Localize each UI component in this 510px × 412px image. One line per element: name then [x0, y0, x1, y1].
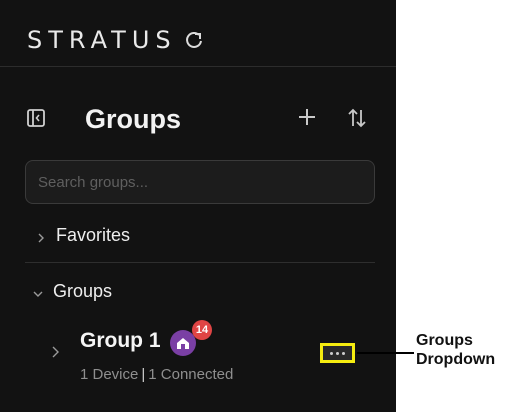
- notification-badge: 14: [192, 320, 212, 340]
- device-count: 1 Device: [80, 366, 139, 383]
- brand-header: STRATUS: [27, 26, 205, 54]
- section-divider: [25, 262, 375, 263]
- groups-title: Groups: [85, 104, 182, 134]
- group-status: 1 Device | 1 Connected: [80, 366, 233, 383]
- chevron-right-icon[interactable]: [50, 345, 60, 358]
- sort-icon: [348, 108, 366, 128]
- section-groups-label: Groups: [53, 280, 113, 301]
- groups-header: Groups: [25, 104, 375, 140]
- chevron-down-icon: [33, 286, 43, 297]
- group-name[interactable]: Group 1: [80, 329, 161, 353]
- brand-name: STRATUS: [27, 26, 177, 54]
- status-separator: |: [141, 366, 146, 383]
- refresh-icon[interactable]: [183, 29, 205, 51]
- callout-line1: Groups: [416, 332, 473, 349]
- section-favorites-label: Favorites: [56, 224, 131, 245]
- callout-label: Groups Dropdown: [416, 331, 495, 369]
- search-input[interactable]: [25, 160, 375, 204]
- callout-line2: Dropdown: [416, 351, 496, 368]
- section-groups[interactable]: Groups: [33, 278, 112, 304]
- more-icon: [330, 351, 333, 355]
- groups-dropdown-button[interactable]: [320, 343, 355, 363]
- plus-icon: [299, 109, 315, 125]
- sidebar-toggle-icon[interactable]: [27, 109, 45, 127]
- sort-button[interactable]: [345, 106, 369, 130]
- groups-panel: STRATUS Groups Search groups... Favorite…: [0, 0, 396, 412]
- section-favorites[interactable]: Favorites: [36, 222, 130, 248]
- header-divider: [0, 66, 396, 67]
- connected-count: 1 Connected: [148, 366, 234, 383]
- chevron-right-icon: [36, 230, 46, 243]
- add-group-button[interactable]: [295, 106, 319, 130]
- callout-line: [357, 352, 414, 354]
